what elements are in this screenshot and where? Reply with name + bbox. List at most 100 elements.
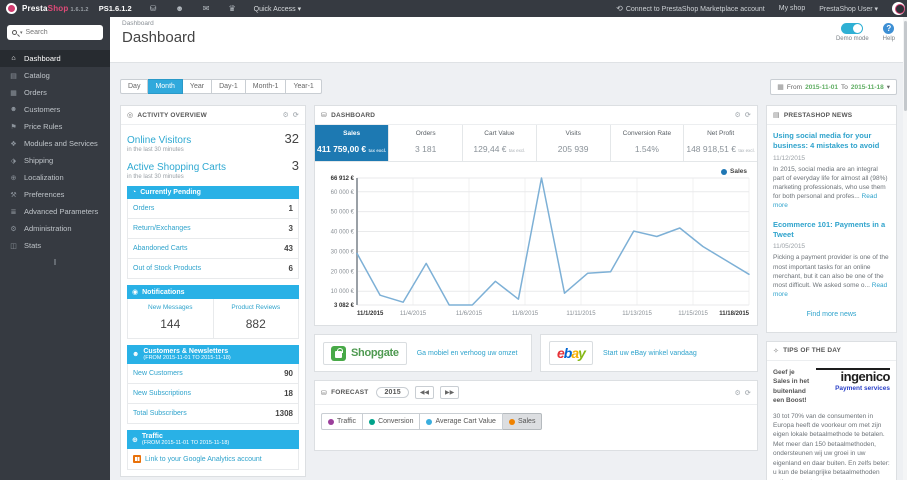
demo-mode-toggle[interactable]	[841, 23, 864, 34]
forecast-button-sales[interactable]: Sales	[502, 413, 543, 430]
pending-row-out-of-stock[interactable]: Out of Stock Products 6	[128, 259, 298, 278]
sidebar-item-modules[interactable]: ❖ Modules and Services	[0, 135, 110, 152]
kpi-tab-net-profit[interactable]: Net Profit 148 918,51 € tax excl.	[684, 125, 757, 161]
row-total-subscribers[interactable]: Total Subscribers 1308	[128, 404, 298, 423]
sales-dot-icon	[508, 418, 515, 425]
quick-access-menu[interactable]: Quick Access ▾	[254, 5, 301, 13]
svg-text:11/11/2015: 11/11/2015	[566, 311, 596, 317]
wrench-icon: ⚒	[10, 191, 17, 199]
range-button-day[interactable]: Day	[120, 79, 149, 94]
forecast-prev-button[interactable]: ◀◀	[414, 386, 435, 399]
product-reviews-cell[interactable]: Product Reviews 882	[212, 299, 299, 338]
top-bar: PrestaShop 1.6.1.2 PS1.6.1.2 ⛁ ☻ ✉ ♛ Quic…	[0, 0, 907, 17]
panel-settings-icon[interactable]: ⚙	[734, 111, 740, 119]
forecast-button-conversion[interactable]: Conversion	[363, 413, 421, 430]
sidebar-item-preferences[interactable]: ⚒ Preferences	[0, 186, 110, 203]
news-article-title[interactable]: Ecommerce 101: Payments in a Tweet	[773, 220, 890, 240]
sidebar-item-price-rules[interactable]: ⚑ Price Rules	[0, 118, 110, 135]
svg-text:11/15/2015: 11/15/2015	[678, 311, 708, 317]
sidebar-item-dashboard[interactable]: ⌂ Dashboard	[0, 50, 110, 67]
sales-chart: Sales 11/1/2015 11/4/2015 11/6/2015 11/8/20…	[315, 162, 757, 325]
panel-refresh-icon[interactable]: ⟳	[745, 111, 751, 119]
sidebar-item-label: Orders	[24, 88, 47, 97]
user-menu[interactable]: PrestaShop User ▾	[819, 5, 878, 13]
range-button-year[interactable]: Year	[182, 79, 213, 94]
forecast-year[interactable]: 2015	[376, 387, 409, 398]
svg-text:60 000 €: 60 000 €	[331, 190, 355, 196]
new-messages-cell[interactable]: New Messages 144	[128, 299, 213, 338]
shopgate-banner[interactable]: Shopgate Ga mobiel en verhoog uw omzet	[314, 334, 532, 372]
ebay-letter: y	[578, 345, 586, 361]
ebay-link[interactable]: Start uw eBay winkel vandaag	[603, 350, 697, 357]
user-avatar[interactable]	[892, 2, 905, 15]
google-analytics-link[interactable]: Link to your Google Analytics account	[127, 449, 299, 470]
marketplace-link[interactable]: ⟲ Connect to PrestaShop Marketplace accou…	[616, 4, 765, 13]
book-icon: ▤	[10, 72, 17, 80]
row-new-subscriptions[interactable]: New Subscriptions 18	[128, 384, 298, 404]
messages-icon[interactable]: ✉	[203, 4, 210, 13]
forecast-button-average-cart-value[interactable]: Average Cart Value	[420, 413, 503, 430]
online-visitors-label[interactable]: Online Visitors	[127, 135, 191, 146]
news-article-title[interactable]: Using social media for your business: 4 …	[773, 131, 890, 151]
sidebar-item-stats[interactable]: ◫ Stats	[0, 237, 110, 254]
panel-refresh-icon[interactable]: ⟳	[293, 111, 299, 119]
my-shop-link[interactable]: My shop	[779, 5, 805, 12]
range-button-year-1[interactable]: Year-1	[286, 79, 322, 94]
row-value: 43	[284, 244, 293, 253]
scrollbar-thumb[interactable]	[903, 21, 907, 111]
kpi-tab-orders[interactable]: Orders 3 181	[389, 125, 464, 161]
sidebar-item-administration[interactable]: ⚙ Administration	[0, 220, 110, 237]
metric-label: Conversion	[378, 418, 414, 425]
forecast-next-button[interactable]: ▶▶	[440, 386, 460, 399]
row-new-customers[interactable]: New Customers 90	[128, 364, 298, 384]
sidebar-search[interactable]: ▾	[7, 25, 103, 40]
panel-refresh-icon[interactable]: ⟳	[745, 389, 751, 397]
date-filter-row: Day Month Year Day-1 Month-1 Year-1 ▦ Fr…	[120, 79, 897, 95]
kpi-tab-visits[interactable]: Visits 205 939	[537, 125, 611, 161]
find-more-news-link[interactable]: Find more news	[773, 311, 890, 318]
date-to-value: 2015-11-18	[850, 83, 884, 91]
search-scope-caret-icon[interactable]: ▾	[20, 30, 23, 36]
google-analytics-icon	[133, 455, 141, 463]
pending-row-abandoned-carts[interactable]: Abandoned Carts 43	[128, 239, 298, 259]
cart-icon[interactable]: ⛁	[150, 4, 157, 13]
shopgate-link[interactable]: Ga mobiel en verhoog uw omzet	[417, 350, 518, 357]
kpi-tab-sales[interactable]: Sales 411 759,00 € tax excl.	[315, 125, 390, 161]
help-icon[interactable]: ?	[883, 23, 895, 34]
customers-header-text: Customers & Newsletters (FROM 2015-11-01 …	[143, 348, 230, 361]
ebay-banner[interactable]: ebay Start uw eBay winkel vandaag	[540, 334, 758, 372]
sidebar-item-orders[interactable]: ▦ Orders	[0, 84, 110, 101]
currently-pending-title: Currently Pending	[140, 189, 201, 196]
sidebar-item-customers[interactable]: ☻ Customers	[0, 101, 110, 118]
sidebar-item-localization[interactable]: ⊕ Localization	[0, 169, 110, 186]
sidebar-collapse-button[interactable]: ‖	[0, 258, 110, 267]
notifications-header: ◉ Notifications	[127, 285, 299, 299]
prestashop-news-panel: ▤ PRESTASHOP NEWS Using social media for…	[766, 105, 897, 333]
sidebar-item-catalog[interactable]: ▤ Catalog	[0, 67, 110, 84]
range-button-month-1[interactable]: Month-1	[245, 79, 287, 94]
customer-icon[interactable]: ☻	[175, 4, 183, 13]
search-input[interactable]	[25, 29, 98, 36]
range-button-month[interactable]: Month	[148, 79, 183, 94]
svg-text:11/4/2015: 11/4/2015	[400, 311, 427, 317]
kpi-tab-conversion-rate[interactable]: Conversion Rate 1.54%	[611, 125, 685, 161]
kpi-tab-cart-value[interactable]: Cart Value 129,44 € tax excl.	[463, 125, 537, 161]
active-carts-label[interactable]: Active Shopping Carts	[127, 162, 226, 173]
demo-mode-label: Demo mode	[835, 36, 869, 42]
trophy-icon[interactable]: ♛	[228, 4, 235, 13]
panel-settings-icon[interactable]: ⚙	[734, 389, 740, 397]
sidebar-item-shipping[interactable]: ⬗ Shipping	[0, 152, 110, 169]
sidebar-item-advanced-parameters[interactable]: ≣ Advanced Parameters	[0, 203, 110, 220]
date-range-picker[interactable]: ▦ From 2015-11-01 To 2015-11-18 ▾	[770, 79, 897, 95]
panel-settings-icon[interactable]: ⚙	[282, 111, 288, 119]
forecast-button-traffic[interactable]: Traffic	[321, 413, 364, 430]
chart-legend[interactable]: Sales	[721, 168, 747, 175]
gear-icon: ⚙	[10, 225, 17, 233]
activity-overview-panel: ◎ ACTIVITY OVERVIEW ⚙ ⟳ Online Visitors 3…	[120, 105, 306, 477]
pending-row-orders[interactable]: Orders 1	[128, 199, 298, 219]
sliders-icon: ≣	[10, 208, 17, 216]
pending-row-returns[interactable]: Return/Exchanges 3	[128, 219, 298, 239]
page-scrollbar[interactable]	[903, 17, 907, 480]
breadcrumb[interactable]: Dashboard	[122, 20, 895, 27]
range-button-day-1[interactable]: Day-1	[212, 79, 246, 94]
